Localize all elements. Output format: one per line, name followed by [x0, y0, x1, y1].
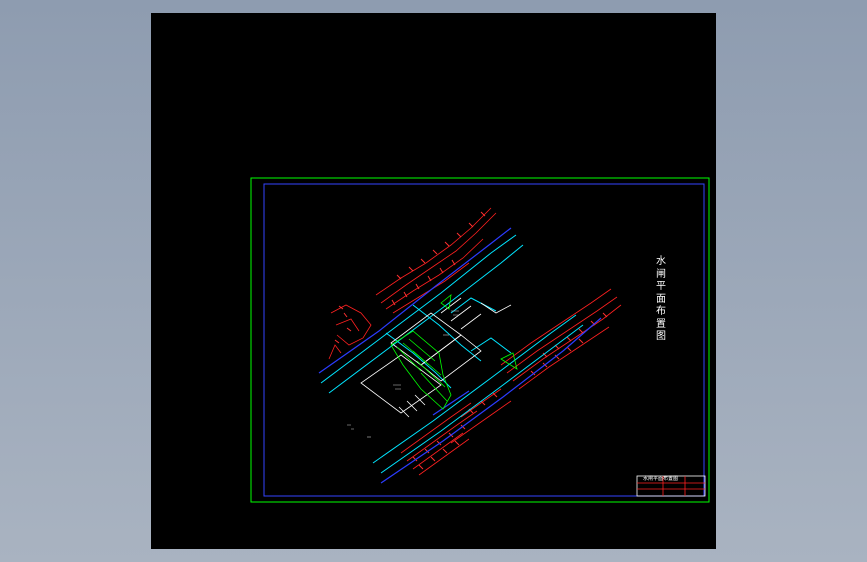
embankment-lines	[318, 227, 602, 484]
river-channel	[320, 234, 584, 474]
terrain-ticks-lower	[412, 424, 466, 470]
title-char: 图	[656, 331, 666, 342]
title-char: 置	[656, 318, 666, 330]
title-char: 布	[656, 306, 666, 317]
terrain-right	[450, 288, 622, 444]
title-char: 平	[656, 281, 666, 292]
drawing-frame	[250, 177, 710, 503]
title-block-caption: 水闸平面布置图	[643, 476, 679, 482]
cad-canvas[interactable]: 水 闸 平 面 布 置 图 水闸平面布置图	[151, 13, 716, 549]
drawing-border	[263, 183, 705, 497]
terrain-upper-left	[328, 207, 497, 360]
annotation-marks	[347, 310, 459, 438]
title-char: 面	[656, 293, 666, 305]
plan-view	[318, 207, 622, 484]
terrain-ticks-upper	[334, 211, 486, 344]
cad-drawing	[250, 177, 710, 503]
sluice-structure	[360, 297, 512, 418]
title-char: 水	[656, 256, 666, 267]
drawing-title: 水 闸 平 面 布 置 图	[653, 256, 669, 344]
title-char: 闸	[656, 268, 666, 280]
